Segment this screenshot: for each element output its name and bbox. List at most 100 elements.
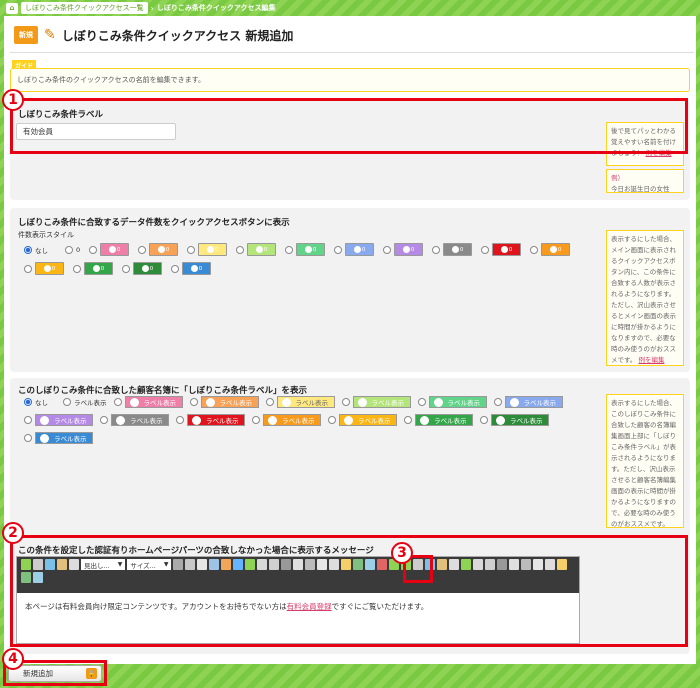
count-chip-option[interactable]: 0 [530, 243, 571, 256]
radio-icon[interactable] [122, 264, 130, 273]
radio-icon[interactable] [341, 398, 350, 406]
radio-icon[interactable] [189, 398, 198, 406]
name-chip-option[interactable]: ラベル表示 [24, 414, 93, 426]
name-label-options: なし ラベル表示 ラベル表示 ラベル表示 ラベル表示 ラベル表示 ラベル表示 ラベル表示ラ… [24, 396, 584, 444]
radio-icon[interactable] [24, 264, 32, 273]
chip-text: 0 [198, 265, 203, 272]
name-chip: ラベル表示 [339, 414, 397, 426]
chip-dot-icon [206, 246, 214, 253]
name-option-none[interactable]: なし [24, 397, 48, 407]
count-option-plain[interactable]: 0 [65, 245, 80, 254]
chip-dot-icon [420, 415, 429, 425]
radio-icon[interactable] [176, 416, 184, 424]
name-chip: ラベル表示 [111, 414, 169, 426]
chip-text: ラベル表示 [358, 417, 391, 425]
callout-3: 3 [391, 542, 413, 564]
count-chip-option[interactable]: 0 [24, 262, 64, 275]
count-chip-option[interactable]: 0 [171, 262, 211, 275]
name-chip-option[interactable]: ラベル表示 [113, 396, 183, 408]
name-chip-option[interactable]: ラベル表示 [189, 396, 259, 408]
count-chip-option[interactable]: 0 [481, 243, 522, 256]
chip-text: ラベル表示 [282, 417, 315, 425]
name-chip: ラベル表示 [491, 414, 549, 426]
chip-dot-icon [281, 397, 291, 407]
name-option-plain[interactable]: ラベル表示 [63, 397, 107, 407]
name-chip-option[interactable]: ラベル表示 [24, 432, 93, 444]
name-chip-option[interactable]: ラベル表示 [417, 396, 487, 408]
name-chip-option[interactable]: ラベル表示 [265, 396, 335, 408]
radio-icon[interactable] [480, 416, 488, 424]
radio-icon[interactable] [285, 245, 294, 254]
radio-icon[interactable] [252, 416, 260, 424]
count-chip-option[interactable]: 0 [432, 243, 473, 256]
chip-dot-icon [304, 246, 312, 253]
name-chip-option[interactable]: ラベル表示 [328, 414, 397, 426]
name-chip-option[interactable]: ラベル表示 [480, 414, 549, 426]
radio-icon[interactable] [265, 398, 274, 406]
chip-text: 0 [508, 246, 513, 253]
name-chip-option[interactable]: ラベル表示 [493, 396, 563, 408]
radio-icon[interactable] [481, 245, 490, 254]
chip-text: 0 [149, 265, 154, 272]
chip-text: ラベル表示 [54, 417, 87, 425]
radio-icon[interactable] [89, 245, 98, 254]
radio-icon[interactable] [187, 245, 196, 254]
radio-icon[interactable] [24, 398, 32, 406]
radio-icon[interactable] [493, 398, 502, 406]
name-chip: ラベル表示 [124, 396, 183, 408]
chip-text: ラベル表示 [371, 399, 405, 407]
radio-icon[interactable] [24, 416, 32, 424]
guide-box: しぼりこみ条件のクイックアクセスの名前を編集できます。 [10, 68, 690, 92]
callout-2: 2 [2, 522, 24, 544]
count-chip-option[interactable]: 0 [187, 243, 228, 256]
chip-text: 0 [410, 246, 415, 253]
count-option-none[interactable]: なし [24, 245, 48, 255]
count-chip-option[interactable]: 0 [122, 262, 162, 275]
radio-icon[interactable] [328, 416, 336, 424]
name-chip: ラベル表示 [276, 396, 335, 408]
radio-icon[interactable] [432, 245, 441, 254]
breadcrumb-current: しぼりこみ条件クイックアクセス編集 [156, 4, 276, 12]
breadcrumb: ⌂ しぼりこみ条件クイックアクセス一覧 › しぼりこみ条件クイックアクセス編集 [0, 0, 700, 16]
radio-icon[interactable] [417, 398, 426, 406]
count-chip-option[interactable]: 0 [334, 243, 375, 256]
radio-icon[interactable] [530, 245, 539, 254]
radio-icon[interactable] [236, 245, 245, 254]
label-example-title: 例） [611, 174, 624, 182]
count-chip-option[interactable]: 0 [383, 243, 424, 256]
chip-dot-icon [549, 246, 557, 253]
chip-text: 0 [312, 246, 317, 253]
radio-icon[interactable] [63, 398, 71, 406]
count-chip-option[interactable]: 0 [138, 243, 179, 256]
radio-icon[interactable] [113, 398, 122, 406]
home-icon[interactable]: ⌂ [6, 2, 18, 14]
name-chip: ラベル表示 [187, 414, 245, 426]
chip-dot-icon [451, 246, 459, 253]
name-chip-option[interactable]: ラベル表示 [176, 414, 245, 426]
chip-dot-icon [116, 415, 125, 425]
name-chip-option[interactable]: ラベル表示 [341, 396, 411, 408]
radio-icon[interactable] [24, 245, 32, 254]
name-chip-option[interactable]: ラベル表示 [252, 414, 321, 426]
chip-text: 0 [165, 246, 170, 253]
count-chip-option[interactable]: 0 [73, 262, 113, 275]
name-chip-option[interactable]: ラベル表示 [100, 414, 169, 426]
chip-dot-icon [40, 433, 49, 443]
radio-icon[interactable] [138, 245, 147, 254]
count-chip-option[interactable]: 0 [285, 243, 326, 256]
radio-icon[interactable] [383, 245, 392, 254]
count-note-link[interactable]: 例を編集 [638, 356, 664, 364]
radio-icon[interactable] [334, 245, 343, 254]
radio-icon[interactable] [73, 264, 81, 273]
count-chip-option[interactable]: 0 [89, 243, 130, 256]
radio-icon[interactable] [404, 416, 412, 424]
radio-icon[interactable] [171, 264, 179, 273]
radio-icon[interactable] [65, 245, 73, 254]
breadcrumb-link-list[interactable]: しぼりこみ条件クイックアクセス一覧 [21, 2, 148, 14]
radio-icon[interactable] [24, 434, 32, 442]
name-chip: ラベル表示 [263, 414, 321, 426]
count-chip-option[interactable]: 0 [236, 243, 277, 256]
count-note: 表示するにした場合、メイン画面に表示されるクイックアクセスボタン内に、この条件に… [606, 230, 684, 366]
radio-icon[interactable] [100, 416, 108, 424]
name-chip-option[interactable]: ラベル表示 [404, 414, 473, 426]
